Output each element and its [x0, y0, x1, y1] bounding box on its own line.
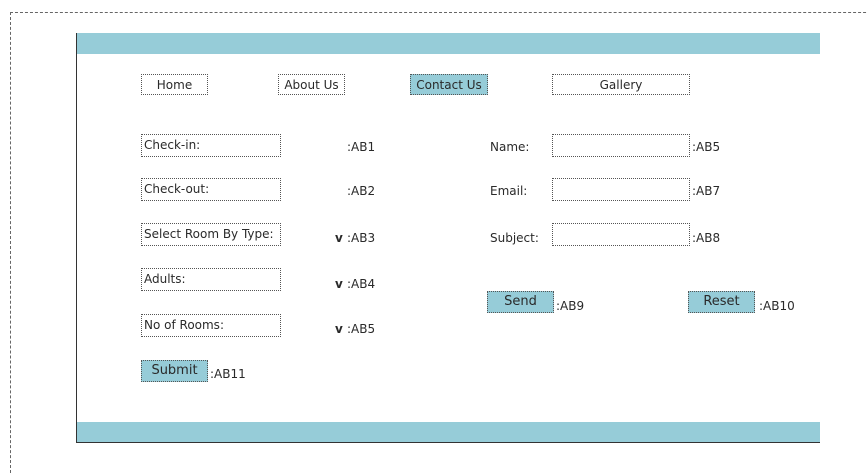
- send-ref: :AB9: [556, 299, 585, 313]
- header-band: [77, 33, 820, 54]
- nav-contact[interactable]: Contact Us: [410, 74, 488, 95]
- checkout-label: Check-out:: [144, 182, 210, 196]
- submit-button[interactable]: Submit: [141, 360, 208, 382]
- name-ref: :AB5: [692, 140, 721, 154]
- subject-input[interactable]: [552, 223, 690, 246]
- checkin-label: Check-in:: [144, 138, 201, 152]
- rooms-chevron-icon[interactable]: v: [335, 321, 343, 337]
- adults-select[interactable]: Adults:: [141, 268, 281, 291]
- adults-label: Adults:: [144, 272, 186, 286]
- email-ref: :AB7: [692, 184, 721, 198]
- subject-label: Subject:: [490, 231, 539, 245]
- checkout-ref: :AB2: [347, 184, 376, 198]
- nav-home[interactable]: Home: [141, 74, 208, 95]
- room-type-select[interactable]: Select Room By Type:: [141, 223, 281, 246]
- email-label: Email:: [490, 184, 528, 198]
- nav-about-label: About Us: [284, 78, 339, 92]
- page-container: Home About Us Contact Us Gallery Check-i…: [76, 33, 820, 443]
- adults-chevron-icon[interactable]: v: [335, 276, 343, 292]
- checkin-ref: :AB1: [347, 140, 376, 154]
- send-button-label: Send: [504, 294, 537, 309]
- reset-ref: :AB10: [759, 299, 795, 313]
- send-button[interactable]: Send: [487, 291, 554, 313]
- room-type-ref: :AB3: [347, 231, 376, 245]
- checkin-field[interactable]: Check-in:: [141, 134, 281, 157]
- email-input[interactable]: [552, 178, 690, 201]
- nav-home-label: Home: [156, 78, 193, 92]
- room-type-label: Select Room By Type:: [144, 227, 274, 241]
- reset-button[interactable]: Reset: [688, 291, 755, 313]
- nav-gallery-label: Gallery: [599, 78, 643, 92]
- reset-button-label: Reset: [703, 294, 740, 309]
- nav-contact-label: Contact Us: [416, 78, 482, 92]
- checkout-field[interactable]: Check-out:: [141, 178, 281, 201]
- submit-button-label: Submit: [151, 363, 198, 378]
- subject-ref: :AB8: [692, 231, 721, 245]
- name-input[interactable]: [552, 134, 690, 157]
- rooms-label: No of Rooms:: [144, 318, 224, 332]
- rooms-ref: :AB5: [347, 322, 376, 336]
- rooms-select[interactable]: No of Rooms:: [141, 314, 281, 337]
- nav-gallery[interactable]: Gallery: [552, 74, 690, 95]
- footer-band: [77, 422, 820, 442]
- name-label: Name:: [490, 140, 530, 154]
- room-type-chevron-icon[interactable]: v: [335, 230, 343, 246]
- adults-ref: :AB4: [347, 277, 376, 291]
- nav-about[interactable]: About Us: [278, 74, 345, 95]
- submit-ref: :AB11: [210, 367, 246, 381]
